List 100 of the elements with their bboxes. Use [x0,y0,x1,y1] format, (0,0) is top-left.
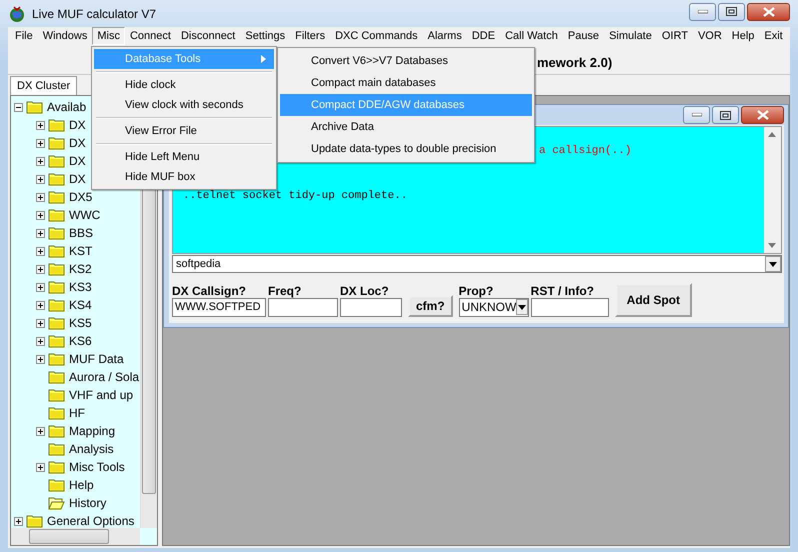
input-field[interactable] [530,298,609,317]
input-field[interactable] [268,298,338,317]
expand-toggle[interactable] [36,138,45,148]
select-field[interactable]: UNKNOW [458,298,529,317]
menu-item[interactable]: Windows [38,27,92,45]
maximize-button[interactable] [718,2,745,20]
window-title: Live MUF calculator V7 [32,6,156,22]
minimize-icon [692,113,702,117]
tree-item[interactable]: General Options [47,512,134,528]
toolbar-text: mework 2.0) [537,54,612,72]
spot-button[interactable]: Add Spot [614,283,692,317]
close-icon [756,110,768,120]
tree-item[interactable]: KS6 [69,332,92,350]
tree-item[interactable]: DX [69,152,86,170]
menu-item[interactable]: VOR [692,27,727,45]
expand-toggle[interactable] [36,174,45,184]
tree-item[interactable]: MUF Data [69,350,124,368]
menu-item[interactable]: Call Watch [500,27,563,45]
expand-toggle[interactable] [36,156,45,166]
expand-toggle[interactable] [36,264,45,274]
tree-item[interactable]: Availab [47,98,86,116]
menu-item[interactable]: Convert V6>>V7 Databases [280,50,532,72]
expand-toggle[interactable] [36,120,45,130]
spot-button[interactable]: cfm? [408,295,453,317]
menu-item[interactable]: Pause [562,27,604,45]
menu-item[interactable]: Misc [92,27,125,45]
command-input[interactable]: softpedia [172,255,782,273]
tree-item[interactable]: VHF and up [69,386,134,404]
expand-toggle[interactable] [36,318,45,328]
field-label: Prop? [458,284,494,298]
submenu-arrow-icon [261,54,266,63]
scroll-down-icon[interactable] [768,243,776,248]
expand-toggle[interactable] [36,282,45,292]
menu-item[interactable]: Archive Data [280,116,532,138]
tree-item[interactable]: History [69,494,106,512]
tree-item[interactable]: KS3 [69,278,92,296]
menu-item[interactable]: Update data-types to double precision [280,138,532,160]
console-line: ..telnet socket tidy-up complete.. [183,189,408,203]
expand-toggle[interactable] [14,516,23,526]
input-field[interactable]: WWW.SOFTPED [172,298,266,317]
tree-item[interactable]: KST [69,242,92,260]
menu-item[interactable]: Hide MUF box [94,167,274,187]
maximize-icon [720,110,731,120]
menu-item[interactable]: View clock with seconds [94,95,274,115]
menu-item[interactable]: Settings [240,27,290,45]
menu-item[interactable]: Help [726,27,760,45]
menu-item[interactable]: View Error File [94,121,274,141]
menu-item[interactable]: DDE [466,27,500,45]
scroll-up-icon[interactable] [768,132,776,137]
scrollbar[interactable] [11,528,140,545]
tree-item[interactable]: DX [69,170,86,188]
dropdown-arrow-icon [769,262,777,266]
tree-item[interactable]: KS4 [69,296,92,314]
input-field[interactable] [340,298,402,317]
scrollbar[interactable] [764,127,781,253]
expand-toggle[interactable] [36,354,45,364]
menu-item[interactable]: Hide clock [94,75,274,95]
tree-item[interactable]: KS5 [69,314,92,332]
tree-item[interactable]: Misc Tools [69,458,125,476]
menu-item[interactable]: DXC Commands [330,27,423,45]
tab[interactable]: DX Cluster [10,76,78,95]
menu-item[interactable]: Hide Left Menu [94,147,274,167]
tree-item[interactable]: DX [69,134,86,152]
expand-toggle[interactable] [36,462,45,472]
expand-toggle[interactable] [36,192,45,202]
expand-toggle[interactable] [36,228,45,238]
expand-toggle[interactable] [36,426,45,436]
expand-toggle[interactable] [36,246,45,256]
menu-item[interactable]: File [10,27,38,45]
expand-toggle[interactable] [14,102,23,112]
field-label: DX Callsign? [172,284,248,298]
tree-item[interactable]: Aurora / Sola [69,368,140,386]
dropdown-arrow-icon [518,304,526,310]
tree-item[interactable]: Analysis [69,440,114,458]
menu-item[interactable]: OIRT [656,27,693,45]
minimize-button[interactable] [689,2,716,20]
maximize-icon [726,7,737,16]
tree-item[interactable]: Help [69,476,94,494]
menu-item[interactable]: Disconnect [176,27,240,45]
menu-item[interactable]: Compact main databases [280,72,532,94]
menu-item[interactable]: Filters [290,27,330,45]
tree-item[interactable]: HF [69,404,85,422]
close-button[interactable] [741,106,784,124]
close-button[interactable] [747,2,790,20]
tree-item[interactable]: Mapping [69,422,116,440]
tree-item[interactable]: BBS [69,224,94,242]
expand-toggle[interactable] [36,300,45,310]
maximize-button[interactable] [712,106,739,124]
tree-item[interactable]: DX5 [69,188,92,206]
expand-toggle[interactable] [36,210,45,220]
menu-item[interactable]: Exit [759,27,788,45]
tree-item[interactable]: WWC [69,206,100,224]
menu-item[interactable]: Alarms [422,27,467,45]
minimize-icon [698,10,708,14]
tree-item[interactable]: KS2 [69,260,92,278]
menu-item[interactable]: Simulate [604,27,657,45]
menu-item[interactable]: Connect [124,27,176,45]
tree-item[interactable]: DX [69,116,86,134]
minimize-button[interactable] [683,106,710,124]
expand-toggle[interactable] [36,336,45,346]
